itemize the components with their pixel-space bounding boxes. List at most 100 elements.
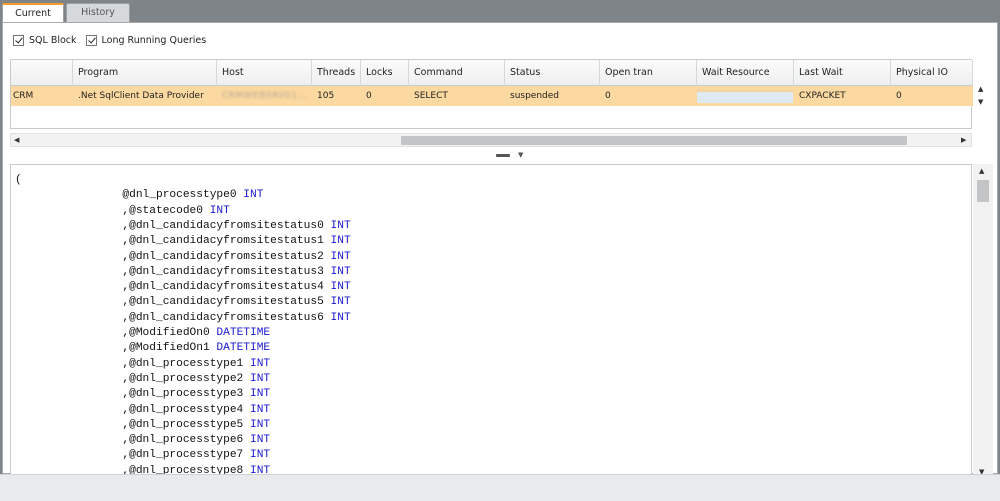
code-keyword: INT <box>249 403 271 416</box>
code-line: ,@dnl_candidacyfromsitestatus4 INT <box>15 280 351 295</box>
sql-block-checkbox[interactable]: SQL Block <box>13 34 77 46</box>
cell-wait-resource <box>697 89 793 103</box>
code-keyword: INT <box>330 296 351 309</box>
query-text-editor[interactable]: ( @dnl_processtype0 INT ,@statecode0 INT… <box>10 164 972 480</box>
code-token: ,@dnl_candidacyfromsitestatus5 <box>15 296 331 309</box>
code-token: ,@ModifiedOn0 <box>15 327 217 339</box>
code-keyword: INT <box>330 265 351 278</box>
tab-bar: Current History <box>0 0 1000 22</box>
scrollbar-thumb[interactable] <box>401 136 907 145</box>
cell-host: CRMWEBSRV01... <box>222 91 308 101</box>
code-line: @dnl_processtype0 INT <box>15 188 263 203</box>
grid-horizontal-scrollbar[interactable]: ◀ ▶ <box>10 133 972 147</box>
sessions-grid: Program Host Threads Locks Command Statu… <box>10 59 973 129</box>
code-token: ,@dnl_processtype2 <box>15 372 250 385</box>
code-line: ,@ModifiedOn0 DATETIME <box>15 326 270 341</box>
tab-history[interactable]: History <box>66 3 130 22</box>
tab-current[interactable]: Current <box>2 3 64 22</box>
scroll-up-icon[interactable]: ▲ <box>978 85 983 93</box>
code-keyword: INT <box>330 235 351 248</box>
code-token: ,@dnl_processtype6 <box>15 434 250 447</box>
pane-splitter[interactable]: ▼ <box>5 151 1000 161</box>
column-header-locks[interactable]: Locks <box>361 60 409 86</box>
cell-threads: 105 <box>317 91 335 101</box>
column-header-host[interactable]: Host <box>217 60 312 86</box>
code-line: ,@dnl_candidacyfromsitestatus5 INT <box>15 295 351 310</box>
code-line: ,@dnl_candidacyfromsitestatus2 INT <box>15 250 351 265</box>
column-header-status[interactable]: Status <box>505 60 600 86</box>
code-keyword: INT <box>330 281 351 294</box>
main-panel: SQL Block Long Running Queries Program H… <box>2 22 1000 494</box>
long-running-queries-checkbox[interactable]: Long Running Queries <box>85 34 206 46</box>
code-keyword: INT <box>330 219 351 232</box>
checkbox-checked-icon[interactable] <box>85 34 97 46</box>
code-keyword: INT <box>249 372 271 385</box>
code-line: ,@dnl_processtype2 INT <box>15 372 270 387</box>
code-token: ,@dnl_candidacyfromsitestatus4 <box>15 281 331 294</box>
scrollbar-thumb[interactable] <box>977 180 989 202</box>
code-line: ,@dnl_processtype5 INT <box>15 418 270 433</box>
editor-vertical-scrollbar[interactable]: ▲ ▼ <box>973 164 993 480</box>
code-token: ,@dnl_processtype3 <box>15 388 250 401</box>
code-token: ,@dnl_processtype5 <box>15 418 250 431</box>
code-line: ,@dnl_processtype4 INT <box>15 403 270 418</box>
code-token: ,@dnl_candidacyfromsitestatus3 <box>15 265 331 278</box>
splitter-grip-icon[interactable] <box>496 154 510 157</box>
column-header-program[interactable]: Program <box>73 60 217 86</box>
code-keyword: INT <box>243 189 264 202</box>
checkbox-checked-icon[interactable] <box>13 34 24 46</box>
code-token: ,@dnl_processtype1 <box>15 357 250 370</box>
code-keyword: DATETIME <box>216 342 271 355</box>
code-keyword: INT <box>249 418 271 431</box>
cell-database: CRM <box>13 91 34 101</box>
table-row[interactable]: CRM .Net SqlClient Data Provider CRMWEBS… <box>11 86 973 106</box>
filter-row: SQL Block Long Running Queries <box>13 33 215 47</box>
status-bar <box>0 474 1000 501</box>
code-token: ,@dnl_candidacyfromsitestatus1 <box>15 235 331 248</box>
code-token: ,@statecode0 <box>15 204 210 217</box>
column-header-threads[interactable]: Threads <box>312 60 361 86</box>
code-line: ,@dnl_processtype1 INT <box>15 357 270 372</box>
code-token: ,@dnl_processtype7 <box>15 449 250 462</box>
scroll-right-icon[interactable]: ▶ <box>961 136 966 144</box>
code-line: ,@ModifiedOn1 DATETIME <box>15 341 270 356</box>
code-line: ,@dnl_candidacyfromsitestatus1 INT <box>15 234 351 249</box>
sql-block-label: SQL Block <box>29 34 77 46</box>
code-token: ,@ModifiedOn1 <box>15 342 217 355</box>
code-keyword: DATETIME <box>216 327 271 339</box>
code-line: ,@dnl_processtype7 INT <box>15 448 270 463</box>
code-keyword: INT <box>209 204 230 217</box>
code-keyword: INT <box>249 449 271 462</box>
code-line: ,@dnl_candidacyfromsitestatus3 INT <box>15 265 351 280</box>
column-header[interactable] <box>11 60 73 86</box>
grid-vertical-scrollbar[interactable]: ▲ ▼ <box>973 85 991 107</box>
code-line: ( <box>15 173 22 188</box>
code-token: ( <box>15 174 22 186</box>
grid-header: Program Host Threads Locks Command Statu… <box>11 60 973 86</box>
cell-physical-io: 0 <box>896 91 902 101</box>
column-header-wait-resource[interactable]: Wait Resource <box>697 60 794 86</box>
code-keyword: INT <box>330 250 351 263</box>
column-header-command[interactable]: Command <box>409 60 505 86</box>
code-line: ,@dnl_candidacyfromsitestatus0 INT <box>15 219 351 234</box>
cell-open-tran: 0 <box>605 91 611 101</box>
code-keyword: INT <box>330 311 351 324</box>
cell-last-wait: CXPACKET <box>799 91 846 101</box>
code-keyword: INT <box>249 357 271 370</box>
code-token: ,@dnl_candidacyfromsitestatus2 <box>15 250 331 263</box>
code-keyword: INT <box>249 388 271 401</box>
column-header-physical-io[interactable]: Physical IO <box>891 60 973 86</box>
cell-locks: 0 <box>366 91 372 101</box>
column-header-open-tran[interactable]: Open tran <box>600 60 697 86</box>
code-keyword: INT <box>249 434 271 447</box>
code-token: @dnl_processtype0 <box>15 189 244 202</box>
code-line: ,@dnl_processtype6 INT <box>15 433 270 448</box>
code-line: ,@statecode0 INT <box>15 204 230 219</box>
scroll-down-icon[interactable]: ▼ <box>978 98 983 106</box>
scroll-left-icon[interactable]: ◀ <box>14 136 19 144</box>
code-token: ,@dnl_candidacyfromsitestatus6 <box>15 311 331 324</box>
chevron-down-icon[interactable]: ▼ <box>518 151 523 159</box>
column-header-last-wait[interactable]: Last Wait <box>794 60 891 86</box>
code-token: ,@dnl_candidacyfromsitestatus0 <box>15 219 331 232</box>
scroll-up-icon[interactable]: ▲ <box>979 167 984 175</box>
